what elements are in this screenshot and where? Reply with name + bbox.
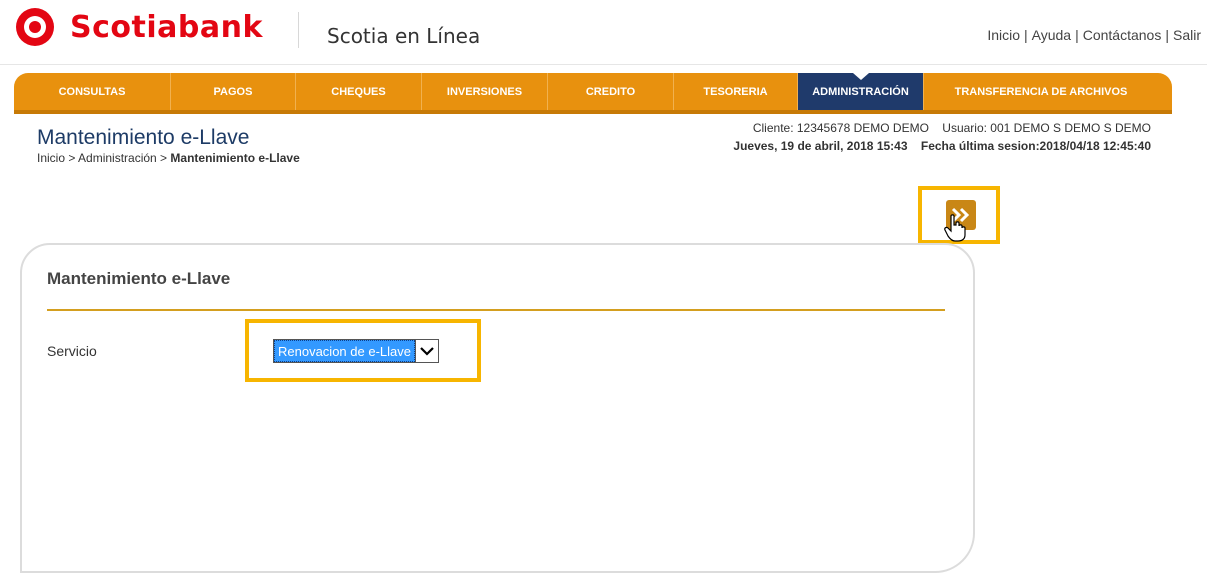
scotiabank-logo-icon [16, 8, 54, 46]
header-divider [298, 12, 299, 48]
product-name: Scotia en Línea [327, 24, 481, 48]
main-nav: CONSULTAS PAGOS CHEQUES INVERSIONES CRED… [14, 73, 1172, 114]
link-salir[interactable]: Salir [1173, 27, 1201, 43]
hand-pointer-icon [944, 214, 966, 242]
panel-divider [47, 309, 945, 311]
servicio-select[interactable]: Renovacion de e-Llave [273, 339, 439, 363]
nav-inversiones[interactable]: INVERSIONES [422, 73, 548, 110]
nav-transferencia-de-archivos[interactable]: TRANSFERENCIA DE ARCHIVOS [924, 73, 1158, 110]
form-panel [20, 243, 975, 573]
brand-name: Scotiabank [70, 9, 263, 45]
servicio-select-value: Renovacion de e-Llave [274, 340, 415, 362]
link-ayuda[interactable]: Ayuda [1032, 27, 1071, 43]
nav-credito[interactable]: CREDITO [548, 73, 674, 110]
chevron-down-icon[interactable] [414, 340, 438, 362]
client-label: Cliente: 12345678 DEMO DEMO [752, 121, 929, 135]
date-label: Jueves, 19 de abril, 2018 15:43 [733, 139, 908, 153]
nav-tesoreria[interactable]: TESORERIA [674, 73, 798, 110]
link-contactanos[interactable]: Contáctanos [1083, 27, 1162, 43]
client-info: Cliente: 12345678 DEMO DEMO Usuario: 001… [753, 121, 1151, 135]
breadcrumb-current: Mantenimiento e-Llave [170, 151, 300, 165]
breadcrumb: Inicio > Administración > Mantenimiento … [37, 151, 300, 165]
header-divider-line [0, 64, 1207, 65]
brand-logo[interactable]: Scotiabank [16, 8, 263, 46]
last-session-label: Fecha última sesion:2018/04/18 12:45:40 [920, 139, 1151, 153]
nav-consultas[interactable]: CONSULTAS [14, 73, 171, 110]
link-inicio[interactable]: Inicio [987, 27, 1020, 43]
nav-administracion[interactable]: ADMINISTRACIÓN [798, 73, 924, 110]
nav-pagos[interactable]: PAGOS [171, 73, 296, 110]
session-info: Jueves, 19 de abril, 2018 15:43 Fecha úl… [733, 139, 1151, 153]
nav-cheques[interactable]: CHEQUES [296, 73, 422, 110]
page-title: Mantenimiento e-Llave [37, 126, 250, 149]
top-links: Inicio | Ayuda | Contáctanos | Salir [987, 27, 1201, 43]
panel-title: Mantenimiento e-Llave [47, 269, 231, 288]
header: Scotiabank Scotia en Línea Inicio | Ayuda |… [0, 0, 1207, 64]
user-label: Usuario: 001 DEMO S DEMO S DEMO [942, 121, 1151, 135]
breadcrumb-path[interactable]: Inicio > Administración > [37, 151, 170, 165]
servicio-label: Servicio [47, 343, 97, 359]
